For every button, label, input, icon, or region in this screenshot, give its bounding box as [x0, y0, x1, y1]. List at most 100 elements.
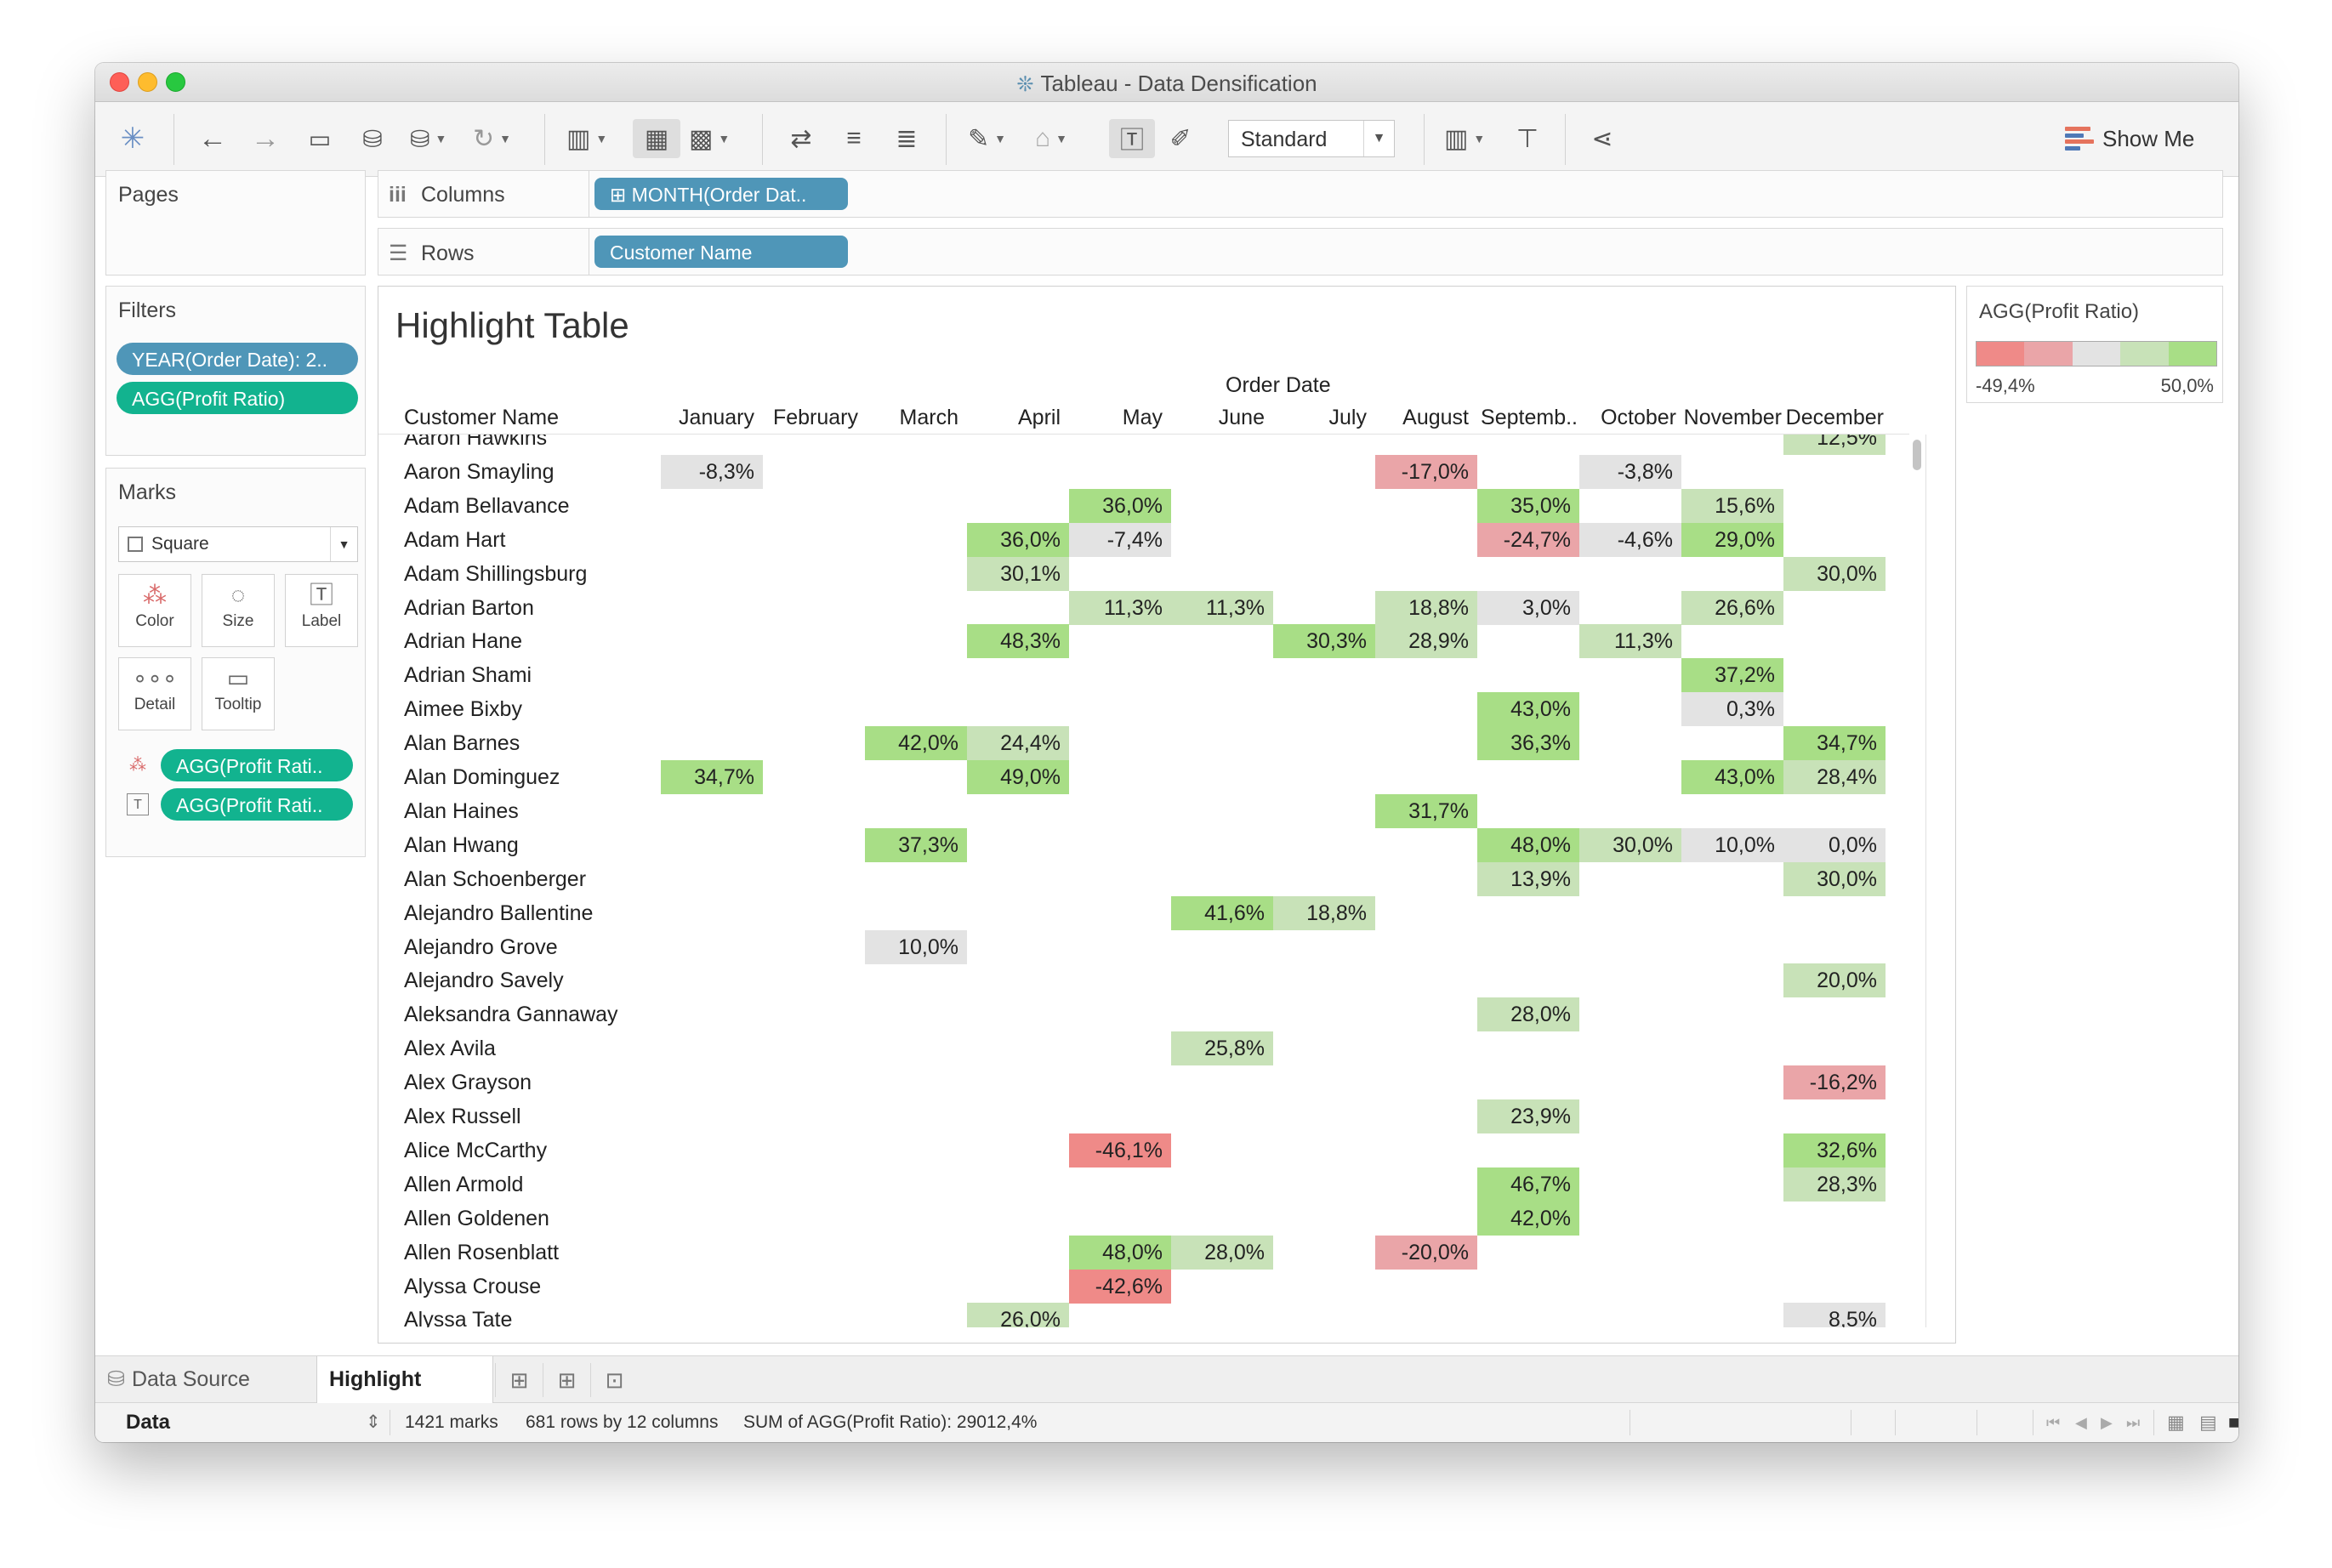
sort-descending-icon[interactable]: ≣ — [890, 119, 924, 158]
month-header[interactable]: February — [759, 406, 865, 435]
table-cell[interactable]: 30,0% — [1783, 862, 1886, 896]
scrollbar-thumb[interactable] — [1913, 440, 1921, 470]
table-cell[interactable]: 48,0% — [1069, 1236, 1171, 1270]
customer-name[interactable]: Aleksandra Gannaway — [404, 997, 618, 1031]
table-cell[interactable]: 35,0% — [1477, 489, 1579, 523]
customer-name[interactable]: Alex Russell — [404, 1099, 521, 1133]
sort-ascending-icon[interactable]: ≡ — [837, 119, 871, 158]
table-cell[interactable]: 28,0% — [1477, 997, 1579, 1031]
table-cell[interactable]: 8,5% — [1783, 1303, 1886, 1327]
table-cell[interactable]: 26,0% — [967, 1303, 1069, 1327]
table-cell[interactable]: 12,5% — [1783, 435, 1886, 455]
worksheet-view[interactable]: Highlight Table Order Date Customer Name… — [378, 286, 1956, 1344]
table-cell[interactable]: -3,8% — [1579, 455, 1681, 489]
customer-name[interactable]: Alejandro Savely — [404, 963, 564, 997]
table-cell[interactable]: 0,3% — [1681, 692, 1783, 726]
table-cell[interactable]: 43,0% — [1477, 692, 1579, 726]
customer-name[interactable]: Alice McCarthy — [404, 1133, 547, 1167]
presentation-mode-icon[interactable]: ⊤ — [1510, 119, 1544, 158]
table-cell[interactable]: 34,7% — [661, 760, 763, 794]
table-cell[interactable]: 30,0% — [1579, 828, 1681, 862]
duplicate-sheet-icon[interactable]: ▦ — [633, 119, 680, 158]
rows-pill[interactable]: Customer Name — [594, 236, 848, 268]
table-cell[interactable]: 46,7% — [1477, 1167, 1579, 1202]
month-header[interactable]: April — [964, 406, 1069, 435]
table-cell[interactable]: 30,1% — [967, 557, 1069, 591]
color-legend[interactable]: AGG(Profit Ratio) -49,4% 50,0% — [1966, 286, 2223, 403]
clear-sheet-icon[interactable]: ▩ ▼ — [689, 119, 730, 158]
pause-updates-icon[interactable]: ⛁ ▼ — [410, 119, 446, 158]
table-cell[interactable]: 15,6% — [1681, 489, 1783, 523]
tooltip-button[interactable]: ▭ Tooltip — [202, 657, 275, 730]
filter-pill-year[interactable]: YEAR(Order Date): 2.. — [117, 343, 358, 375]
table-cell[interactable]: 36,0% — [967, 523, 1069, 557]
table-cell[interactable]: -46,1% — [1069, 1133, 1171, 1167]
table-cell[interactable]: 18,8% — [1273, 896, 1375, 930]
next-page-icon[interactable]: ▶ — [2101, 1403, 2113, 1442]
data-source-dropdown-icon[interactable]: ⇕ — [366, 1403, 381, 1442]
table-cell[interactable]: 10,0% — [865, 930, 967, 964]
pages-shelf[interactable]: Pages — [105, 170, 366, 276]
table-cell[interactable]: 0,0% — [1783, 828, 1886, 862]
vertical-scrollbar[interactable] — [1909, 436, 1925, 1329]
table-cell[interactable]: -16,2% — [1783, 1065, 1886, 1099]
table-cell[interactable]: 26,6% — [1681, 591, 1783, 625]
forward-icon[interactable]: → — [248, 119, 282, 158]
table-cell[interactable]: 42,0% — [1477, 1202, 1579, 1236]
table-cell[interactable]: 18,8% — [1375, 591, 1477, 625]
status-data-source[interactable]: Data — [126, 1403, 170, 1442]
table-cell[interactable]: 42,0% — [865, 726, 967, 760]
swap-rows-columns-icon[interactable]: ⇄ — [784, 119, 818, 158]
fit-dropdown[interactable]: Standard ▼ — [1228, 120, 1395, 157]
month-header[interactable]: November — [1678, 406, 1783, 435]
table-cell[interactable]: 41,6% — [1171, 896, 1273, 930]
customer-name[interactable]: Adam Hart — [404, 523, 505, 557]
customer-name[interactable]: Adrian Barton — [404, 591, 534, 625]
customer-name[interactable]: Alex Grayson — [404, 1065, 532, 1099]
fit-width-icon[interactable]: ▥ ▼ — [1444, 119, 1485, 158]
table-cell[interactable]: 37,3% — [865, 828, 967, 862]
customer-name[interactable]: Aaron Smayling — [404, 455, 554, 489]
show-mark-labels-icon[interactable]: 🅃 — [1109, 119, 1155, 158]
share-icon[interactable]: ⋖ — [1585, 119, 1619, 158]
table-cell[interactable]: 36,3% — [1477, 726, 1579, 760]
group-members-icon[interactable]: ⌂ ▼ — [1034, 119, 1068, 158]
table-cell[interactable]: 24,4% — [967, 726, 1069, 760]
customer-name[interactable]: Adrian Shami — [404, 658, 532, 692]
customer-name[interactable]: Alan Schoenberger — [404, 862, 586, 896]
refresh-icon[interactable]: ↻ ▼ — [473, 119, 511, 158]
filmstrip-view-icon[interactable]: ▤ — [2199, 1403, 2217, 1442]
month-header[interactable]: December — [1780, 406, 1886, 435]
filters-shelf[interactable]: Filters YEAR(Order Date): 2.. AGG(Profit… — [105, 286, 366, 456]
table-cell[interactable]: 37,2% — [1681, 658, 1783, 692]
marks-color-pill[interactable]: AGG(Profit Rati.. — [161, 749, 353, 781]
month-header[interactable]: January — [657, 406, 763, 435]
customer-name[interactable]: Adam Shillingsburg — [404, 557, 587, 591]
table-cell[interactable]: -7,4% — [1069, 523, 1171, 557]
table-cell[interactable]: -20,0% — [1375, 1236, 1477, 1270]
customer-name[interactable]: Alan Haines — [404, 794, 519, 828]
customer-name[interactable]: Alan Hwang — [404, 828, 519, 862]
month-header[interactable]: July — [1270, 406, 1375, 435]
table-cell[interactable]: -4,6% — [1579, 523, 1681, 557]
new-dashboard-tab-icon[interactable]: ⊞ — [543, 1363, 590, 1397]
show-me-button[interactable]: Show Me — [2065, 119, 2194, 158]
month-header[interactable]: Septemb.. — [1474, 406, 1579, 435]
table-cell[interactable]: 30,3% — [1273, 624, 1375, 658]
table-cell[interactable]: 11,3% — [1579, 624, 1681, 658]
customer-name-header[interactable]: Customer Name — [404, 406, 559, 430]
columns-pill[interactable]: ⊞ MONTH(Order Dat.. — [594, 178, 848, 210]
size-button[interactable]: ◌ Size — [202, 574, 275, 647]
filter-pill-profit-ratio[interactable]: AGG(Profit Ratio) — [117, 382, 358, 414]
table-cell[interactable]: 28,3% — [1783, 1167, 1886, 1202]
table-cell[interactable]: 10,0% — [1681, 828, 1783, 862]
table-cell[interactable]: 13,9% — [1477, 862, 1579, 896]
new-worksheet-icon[interactable]: ▥ ▼ — [566, 119, 607, 158]
rows-shelf[interactable]: ☰ Rows Customer Name — [378, 228, 2223, 276]
customer-name[interactable]: Allen Goldenen — [404, 1202, 549, 1236]
table-cell[interactable]: 11,3% — [1171, 591, 1273, 625]
fix-axes-icon[interactable]: ✐ — [1163, 119, 1197, 158]
columns-shelf[interactable]: iii Columns ⊞ MONTH(Order Dat.. — [378, 170, 2223, 218]
worksheet-title[interactable]: Highlight Table — [395, 305, 629, 346]
tab-view-icon[interactable]: ■ — [2228, 1403, 2238, 1442]
